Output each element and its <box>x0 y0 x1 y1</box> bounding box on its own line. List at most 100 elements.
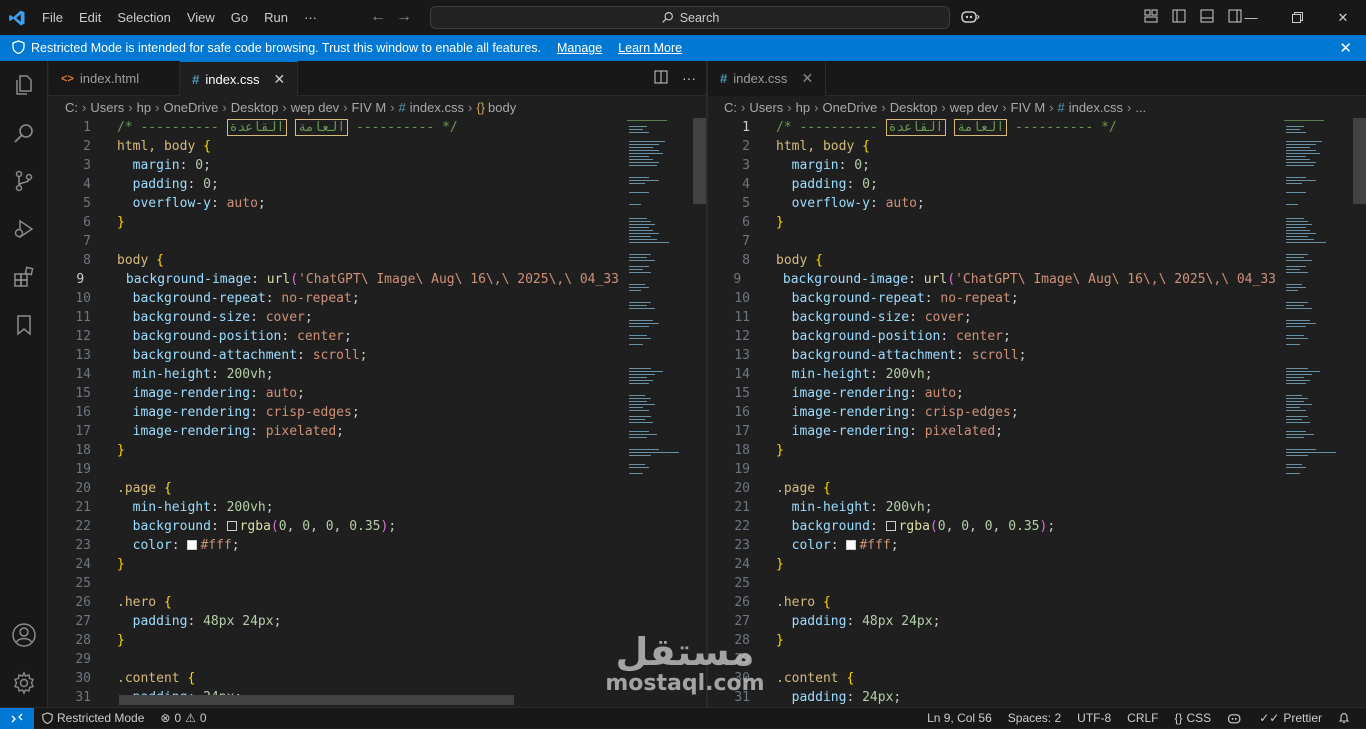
source-control-icon[interactable] <box>0 157 48 205</box>
encoding[interactable]: UTF-8 <box>1069 711 1119 725</box>
editor-group-right: # index.css ✕ C: › Users › hp › OneDrive › D… <box>708 61 1366 707</box>
problems-status[interactable]: ⊗ 0 ⚠ 0 <box>152 711 214 725</box>
prettier-status[interactable]: ✓✓ Prettier <box>1251 711 1330 725</box>
restricted-mode-label: Restricted Mode <box>57 711 145 725</box>
close-banner-icon[interactable]: ✕ <box>1339 39 1352 57</box>
breadcrumb-item[interactable]: Desktop <box>231 100 279 115</box>
manage-link[interactable]: Manage <box>557 41 602 55</box>
breadcrumb-item[interactable]: OneDrive <box>822 100 877 115</box>
tab-index-html[interactable]: <> index.html <box>49 61 181 96</box>
breadcrumb-item[interactable]: Desktop <box>890 100 938 115</box>
run-and-debug-icon[interactable] <box>0 205 48 253</box>
toggle-panel-icon[interactable] <box>1200 9 1214 26</box>
breadcrumb-item[interactable]: FIV M <box>1011 100 1046 115</box>
more-actions-icon[interactable]: ··· <box>682 70 696 87</box>
settings-gear-icon[interactable] <box>0 659 48 707</box>
restricted-mode-banner: Restricted Mode is intended for safe cod… <box>0 35 1366 61</box>
menu-more[interactable]: ··· <box>296 10 325 25</box>
breadcrumb-item[interactable]: Users <box>749 100 783 115</box>
tab-index-css-active[interactable]: # index.css ✕ <box>180 61 299 96</box>
menu-run[interactable]: Run <box>256 10 296 25</box>
breadcrumb-item[interactable]: hp <box>796 100 810 115</box>
end-of-line[interactable]: CRLF <box>1119 711 1166 725</box>
menu-bar: File Edit Selection View Go Run ··· <box>34 10 325 25</box>
notifications-bell-icon[interactable] <box>1330 712 1358 724</box>
horizontal-scrollbar[interactable] <box>119 695 514 705</box>
code-area-right[interactable]: 1/* ---------- العامة القاعدة ----------… <box>708 118 1276 707</box>
braces-icon: {} <box>1174 711 1183 725</box>
breadcrumb-item[interactable]: ... <box>1135 100 1146 115</box>
error-count: 0 <box>174 711 182 725</box>
css-file-icon: # <box>398 99 406 115</box>
breadcrumb-item[interactable]: Users <box>90 100 124 115</box>
symbol-icon: {} <box>476 99 486 115</box>
vertical-scrollbar[interactable] <box>1353 118 1366 204</box>
extensions-icon[interactable] <box>0 253 48 301</box>
breadcrumb-item[interactable]: C: <box>65 100 78 115</box>
breadcrumb-item[interactable]: wep dev <box>291 100 339 115</box>
css-file-icon: # <box>192 71 200 87</box>
learn-more-link[interactable]: Learn More <box>618 41 682 55</box>
tab-label: index.css <box>733 71 788 86</box>
menu-go[interactable]: Go <box>223 10 256 25</box>
bookmark-icon[interactable] <box>0 301 48 349</box>
search-sidebar-icon[interactable] <box>0 109 48 157</box>
minimize-icon[interactable]: — <box>1228 0 1274 35</box>
copilot-status-icon[interactable] <box>1219 712 1251 724</box>
navigation-arrows: ← → <box>370 8 412 26</box>
cursor-position[interactable]: Ln 9, Col 56 <box>919 711 1000 725</box>
menu-file[interactable]: File <box>34 10 71 25</box>
tab-label: index.css <box>205 71 260 87</box>
window-controls: — ✕ <box>1228 0 1366 35</box>
css-file-icon: # <box>1057 99 1065 115</box>
language-mode[interactable]: {} CSS <box>1167 711 1220 725</box>
code-area-left[interactable]: 1/* ---------- العامة القاعدة ----------… <box>49 118 619 707</box>
indentation[interactable]: Spaces: 2 <box>1000 711 1069 725</box>
forward-arrow-icon[interactable]: → <box>396 8 412 26</box>
command-center-search[interactable]: Search <box>430 6 950 29</box>
editor-group-left: <> index.html # index.css ✕ ··· C: › User… <box>49 61 706 707</box>
close-tab-icon[interactable]: ✕ <box>801 70 813 87</box>
customize-layout-icon[interactable] <box>1144 9 1158 26</box>
prettier-label: Prettier <box>1283 711 1322 725</box>
breadcrumb-item[interactable]: C: <box>724 100 737 115</box>
restore-icon[interactable] <box>1274 0 1320 35</box>
tab-bar-right: # index.css ✕ <box>708 61 1366 96</box>
accounts-icon[interactable] <box>0 611 48 659</box>
status-bar: Restricted Mode ⊗ 0 ⚠ 0 Ln 9, Col 56 Space… <box>0 707 1366 729</box>
tab-index-css[interactable]: # index.css ✕ <box>708 61 827 96</box>
minimap-left[interactable] <box>627 118 687 707</box>
copilot-icon[interactable] <box>960 9 980 26</box>
minimap-right[interactable] <box>1284 118 1344 707</box>
explorer-icon[interactable] <box>0 61 48 109</box>
breadcrumb-item[interactable]: hp <box>137 100 151 115</box>
remote-indicator-icon[interactable] <box>0 707 34 729</box>
search-icon <box>661 12 673 23</box>
back-arrow-icon[interactable]: ← <box>370 8 386 26</box>
watermark-latin: mostaql.com <box>605 671 765 696</box>
title-bar: File Edit Selection View Go Run ··· ← → … <box>0 0 1366 35</box>
close-window-icon[interactable]: ✕ <box>1320 0 1366 35</box>
breadcrumb-item[interactable]: FIV M <box>352 100 387 115</box>
breadcrumb-item[interactable]: body <box>488 100 516 115</box>
vertical-scrollbar[interactable] <box>693 118 706 204</box>
watermark-arabic: مستقل <box>615 630 755 674</box>
shield-icon <box>12 39 25 57</box>
restricted-mode-status[interactable]: Restricted Mode <box>34 711 152 725</box>
menu-edit[interactable]: Edit <box>71 10 109 25</box>
warning-icon: ⚠ <box>185 711 196 725</box>
shield-icon <box>42 712 53 724</box>
breadcrumb-item[interactable]: wep dev <box>950 100 998 115</box>
close-tab-icon[interactable]: ✕ <box>274 71 286 88</box>
menu-view[interactable]: View <box>179 10 223 25</box>
breadcrumb-item[interactable]: index.css <box>410 100 464 115</box>
tab-bar-left: <> index.html # index.css ✕ ··· <box>49 61 706 96</box>
warning-count: 0 <box>199 711 207 725</box>
menu-selection[interactable]: Selection <box>109 10 178 25</box>
toggle-primary-sidebar-icon[interactable] <box>1172 9 1186 26</box>
breadcrumb-item[interactable]: OneDrive <box>163 100 218 115</box>
tab-label: index.html <box>79 71 140 86</box>
breadcrumb-item[interactable]: index.css <box>1069 100 1123 115</box>
breadcrumb: C: › Users › hp › OneDrive › Desktop › wep de… <box>724 99 1147 115</box>
split-editor-icon[interactable] <box>654 70 668 87</box>
